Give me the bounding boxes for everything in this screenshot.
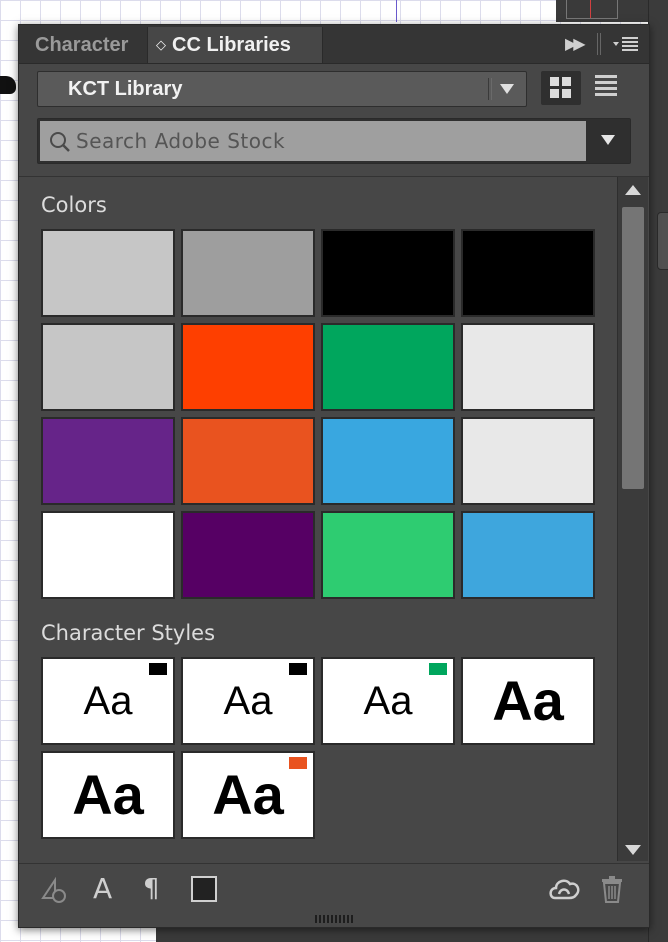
character-style-sample: Aa <box>492 669 564 732</box>
character-style-tile[interactable]: Aa <box>181 751 315 839</box>
grip-line <box>323 915 325 923</box>
character-style-tile[interactable]: Aa <box>461 657 595 745</box>
color-swatch[interactable] <box>41 323 175 411</box>
style-color-chip <box>429 663 447 675</box>
style-color-chip <box>289 663 307 675</box>
tab-cc-libraries[interactable]: ◇ CC Libraries <box>147 27 323 63</box>
trash-icon[interactable] <box>599 874 625 904</box>
color-swatch[interactable] <box>461 229 595 317</box>
resize-grip[interactable] <box>315 915 353 923</box>
color-swatch[interactable] <box>41 511 175 599</box>
color-swatch[interactable] <box>461 417 595 505</box>
content-divider <box>19 176 649 177</box>
grip-line <box>319 915 321 923</box>
character-style-tile[interactable]: Aa <box>181 657 315 745</box>
panel-tab-bar: Character ◇ CC Libraries ▶▶ <box>19 25 649 64</box>
grip-line <box>339 915 341 923</box>
color-swatch[interactable] <box>181 511 315 599</box>
bottom-toolbar: A ¶ <box>19 863 649 914</box>
color-swatch[interactable] <box>181 417 315 505</box>
scroll-down-arrow-icon[interactable] <box>625 845 641 855</box>
color-swatch[interactable] <box>321 511 455 599</box>
chevron-down-icon <box>500 84 514 94</box>
grid-view-icon <box>562 77 571 86</box>
grip-line <box>351 915 353 923</box>
character-style-tile[interactable]: Aa <box>41 657 175 745</box>
tab-character[interactable]: Character <box>21 27 142 63</box>
style-color-chip <box>149 663 167 675</box>
color-swatch[interactable] <box>181 229 315 317</box>
grid-view-icon <box>550 89 559 98</box>
guide-line <box>396 0 397 22</box>
document-frame <box>566 0 618 19</box>
grip-line <box>347 915 349 923</box>
grip-line <box>315 915 317 923</box>
top-document-strip <box>396 0 648 22</box>
color-swatch[interactable] <box>461 323 595 411</box>
grid-view-icon <box>550 77 559 86</box>
search-source-dropdown-icon[interactable] <box>601 135 615 145</box>
color-swatch[interactable] <box>41 417 175 505</box>
character-style-tile[interactable]: Aa <box>321 657 455 745</box>
grip-line <box>343 915 345 923</box>
color-swatch[interactable] <box>461 511 595 599</box>
tab-divider <box>597 33 601 55</box>
search-field[interactable] <box>40 121 586 161</box>
list-view-icon <box>595 93 617 96</box>
add-character-style-icon[interactable]: A <box>93 874 123 904</box>
search-input[interactable] <box>76 121 576 161</box>
grid-view-button[interactable] <box>541 71 581 105</box>
library-name: KCT Library <box>68 78 183 100</box>
artboard-shape <box>0 76 16 94</box>
tab-options-icon: ◇ <box>156 37 166 52</box>
character-style-tile[interactable]: Aa <box>41 751 175 839</box>
panel-menu-icon[interactable] <box>611 35 639 53</box>
color-swatch[interactable] <box>181 323 315 411</box>
tab-cc-libraries-label: CC Libraries <box>172 34 291 56</box>
library-dropdown[interactable]: KCT Library <box>37 71 527 107</box>
scrollbar-thumb[interactable] <box>622 207 644 489</box>
character-style-sample: Aa <box>72 763 144 826</box>
color-swatch[interactable] <box>41 229 175 317</box>
search-icon <box>50 132 70 152</box>
grip-line <box>335 915 337 923</box>
list-view-icon <box>595 81 617 84</box>
cc-libraries-panel: Character ◇ CC Libraries ▶▶ KCT Library <box>18 24 650 928</box>
search-box <box>37 118 631 164</box>
grid-view-icon <box>562 89 571 98</box>
right-dock <box>648 0 668 942</box>
color-swatch[interactable] <box>321 229 455 317</box>
character-styles-section-title: Character Styles <box>41 621 216 645</box>
add-color-icon[interactable] <box>191 876 217 902</box>
list-view-button[interactable] <box>595 75 619 99</box>
dock-collapse-tab[interactable] <box>657 212 668 270</box>
creative-cloud-sync-icon[interactable] <box>547 874 583 904</box>
add-paragraph-style-icon[interactable]: ¶ <box>143 874 167 904</box>
list-view-icon <box>595 75 617 78</box>
style-color-chip <box>289 757 307 769</box>
color-swatch[interactable] <box>321 417 455 505</box>
bleed-line <box>590 0 591 18</box>
list-view-icon <box>595 87 617 90</box>
collapse-panel-icon[interactable]: ▶▶ <box>565 34 586 54</box>
scroll-up-arrow-icon[interactable] <box>625 185 641 195</box>
colors-section-title: Colors <box>41 193 107 217</box>
grip-line <box>331 915 333 923</box>
add-graphic-icon[interactable] <box>39 874 69 904</box>
dropdown-separator <box>488 78 492 100</box>
vertical-scrollbar[interactable] <box>617 177 648 861</box>
grip-line <box>327 915 329 923</box>
color-swatch[interactable] <box>321 323 455 411</box>
